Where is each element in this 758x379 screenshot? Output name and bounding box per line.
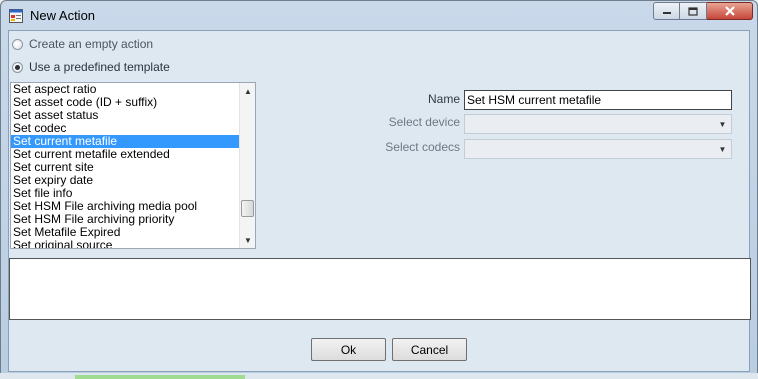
description-textarea[interactable] xyxy=(9,258,751,320)
select-codecs-dropdown[interactable]: ▼ xyxy=(464,139,732,159)
select-device-dropdown[interactable]: ▼ xyxy=(464,114,732,134)
radio-predefined-template-label: Use a predefined template xyxy=(29,60,170,74)
radio-button-checked[interactable] xyxy=(12,61,23,73)
window-controls xyxy=(653,2,753,21)
template-listbox[interactable]: Set aspect ratio Set asset code (ID + suf… xyxy=(10,82,256,249)
close-icon xyxy=(724,6,735,16)
minimize-button[interactable] xyxy=(653,2,680,20)
scroll-up-arrow-icon[interactable]: ▲ xyxy=(240,83,255,99)
ok-button[interactable]: Ok xyxy=(311,338,386,361)
scroll-down-arrow-icon[interactable]: ▼ xyxy=(240,232,255,248)
background-progress-bar xyxy=(75,375,245,379)
cancel-button[interactable]: Cancel xyxy=(392,338,467,361)
title-bar[interactable]: New Action xyxy=(1,1,757,31)
maximize-icon xyxy=(688,6,698,16)
app-form-icon xyxy=(9,9,23,23)
new-action-dialog: New Action Create an empty action Use a … xyxy=(0,0,758,379)
maximize-button[interactable] xyxy=(680,2,707,20)
dialog-body: Create an empty action Use a predefined … xyxy=(8,30,751,372)
name-label: Name xyxy=(427,92,460,106)
window-title: New Action xyxy=(30,8,96,23)
chevron-down-icon[interactable]: ▼ xyxy=(715,116,730,132)
radio-predefined-template[interactable]: Use a predefined template xyxy=(12,60,170,74)
list-scrollbar[interactable]: ▲ ▼ xyxy=(239,83,255,248)
name-input[interactable] xyxy=(464,90,732,110)
radio-empty-action-label: Create an empty action xyxy=(29,37,154,51)
select-device-label: Select device xyxy=(388,115,460,129)
scroll-thumb[interactable] xyxy=(241,200,254,217)
select-codecs-label: Select codecs xyxy=(385,140,460,154)
radio-empty-action[interactable]: Create an empty action xyxy=(12,37,153,51)
minimize-icon xyxy=(662,12,671,14)
list-item[interactable]: Set original source xyxy=(11,239,240,249)
close-button[interactable] xyxy=(707,2,753,20)
radio-button-unchecked[interactable] xyxy=(12,38,23,50)
template-list-items: Set aspect ratio Set asset code (ID + suf… xyxy=(11,83,240,249)
chevron-down-icon[interactable]: ▼ xyxy=(715,141,730,157)
